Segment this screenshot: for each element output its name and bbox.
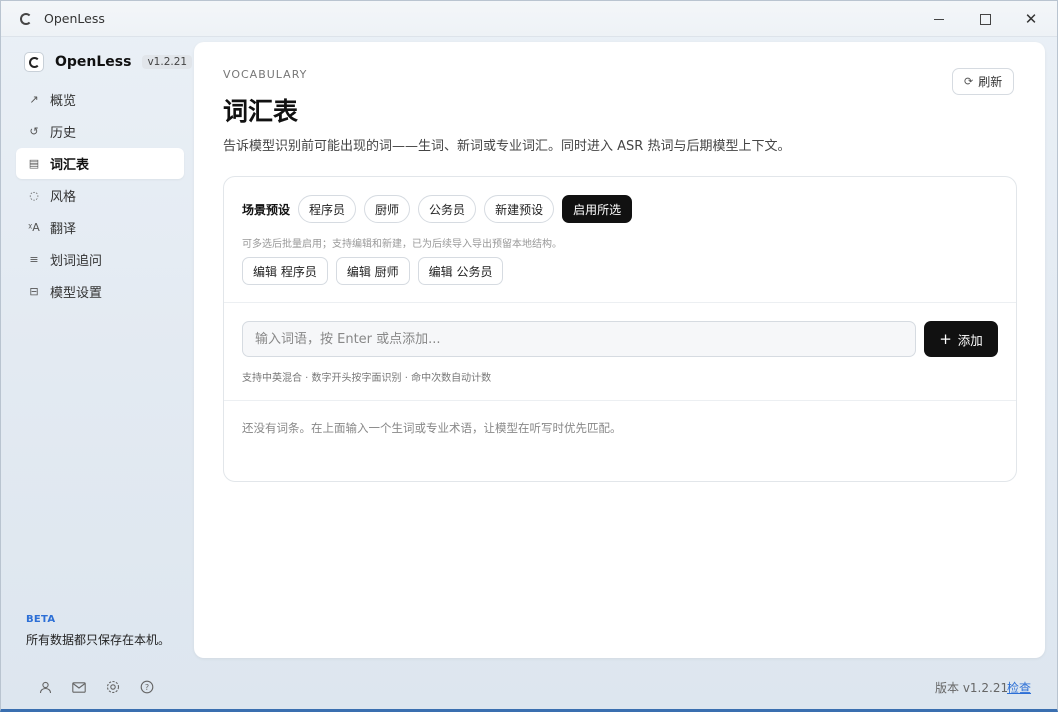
presets-label: 场景预设 [242, 202, 291, 217]
sidebar-item-label: 概览 [50, 94, 77, 109]
beta-label: BETA [26, 614, 56, 625]
add-word-button[interactable]: + 添加 [924, 321, 998, 357]
settings-icon[interactable] [104, 678, 122, 696]
page-description: 告诉模型识别前可能出现的词——生词、新词或专业词汇。同时进入 ASR 热词与后期… [223, 139, 791, 154]
preset-chip-civil-servant[interactable]: 公务员 [418, 195, 477, 223]
sidebar-item-history[interactable]: ↺ 历史 [16, 116, 184, 147]
sidebar-item-model-settings[interactable]: ⊟ 模型设置 [16, 276, 184, 307]
brand: OpenLess v1.2.21 [24, 52, 193, 72]
sidebar-item-overview[interactable]: ↗ 概览 [16, 84, 184, 115]
plus-icon: + [939, 330, 952, 348]
page-eyebrow: VOCABULARY [223, 68, 308, 81]
translate-icon: ᵡA [28, 221, 40, 234]
edit-preset-programmer-button[interactable]: 编辑 程序员 [242, 257, 328, 285]
preset-row: 场景预设 程序员 厨师 公务员 新建预设 启用所选 [242, 195, 633, 223]
selection-icon: ≡ [29, 253, 39, 266]
sidebar-item-label: 划词追问 [50, 254, 103, 269]
empty-state: 还没有词条。在上面输入一个生词或专业术语，让模型在听写时优先匹配。 [242, 421, 622, 435]
sidebar-item-selection-ask[interactable]: ≡ 划词追问 [16, 244, 184, 275]
preset-chip-chef[interactable]: 厨师 [364, 195, 411, 223]
refresh-button[interactable]: ⟳ 刷新 [952, 68, 1015, 95]
title-bar: OpenLess ✕ [1, 1, 1057, 37]
word-input[interactable] [242, 321, 916, 357]
sidebar: OpenLess v1.2.21 ↗ 概览 ↺ 历史 ▤ 词汇表 ◌ 风格 ᵡA [1, 38, 195, 668]
page-title: 词汇表 [223, 97, 299, 126]
window-title: OpenLess [44, 11, 105, 26]
enable-selected-button[interactable]: 启用所选 [562, 195, 633, 223]
version-badge: v1.2.21 [142, 55, 193, 69]
divider [224, 400, 1016, 401]
palette-icon: ◌ [29, 189, 39, 202]
divider [224, 302, 1016, 303]
sidebar-item-label: 词汇表 [50, 158, 90, 173]
preset-chip-programmer[interactable]: 程序员 [298, 195, 357, 223]
app-window: OpenLess ✕ OpenLess v1.2.21 ↗ 概览 ↺ 历史 ▤ … [0, 0, 1058, 712]
edit-preset-civil-servant-button[interactable]: 编辑 公务员 [417, 257, 504, 285]
refresh-label: 刷新 [978, 75, 1003, 89]
sidebar-footer-icons: ? [36, 678, 156, 696]
sidebar-nav: ↗ 概览 ↺ 历史 ▤ 词汇表 ◌ 风格 ᵡA 翻译 ≡ 划词追问 ⊟ 模型设置 [16, 84, 184, 308]
minimize-button[interactable] [927, 7, 951, 31]
local-storage-note: 所有数据都只保存在本机。 [26, 633, 171, 647]
model-icon: ⊟ [29, 285, 39, 298]
glossary-icon: ▤ [28, 157, 40, 170]
edit-preset-chef-button[interactable]: 编辑 厨师 [335, 257, 410, 285]
input-hint: 支持中英混合 · 数字开头按字面识别 · 命中次数自动计数 [242, 373, 492, 384]
add-label: 添加 [957, 332, 983, 348]
user-icon[interactable] [36, 678, 54, 696]
sidebar-item-style[interactable]: ◌ 风格 [16, 180, 184, 211]
sidebar-item-label: 翻译 [50, 222, 77, 237]
presets-hint: 可多选后批量启用；支持编辑和新建，已为后续导入导出预留本地结构。 [242, 239, 562, 250]
close-button[interactable]: ✕ [1019, 7, 1043, 31]
check-update-link[interactable]: 检查 [1007, 679, 1031, 696]
refresh-icon: ⟳ [964, 75, 974, 88]
sidebar-item-label: 模型设置 [50, 286, 103, 301]
sidebar-item-glossary[interactable]: ▤ 词汇表 [16, 148, 184, 179]
preset-edit-row: 编辑 程序员 编辑 厨师 编辑 公务员 [242, 257, 504, 285]
sidebar-item-translate[interactable]: ᵡA 翻译 [16, 212, 184, 243]
maximize-button[interactable] [973, 7, 997, 31]
svg-text:?: ? [145, 683, 149, 692]
new-preset-button[interactable]: 新建预设 [484, 195, 555, 223]
help-icon[interactable]: ? [138, 678, 156, 696]
vocabulary-card: 场景预设 程序员 厨师 公务员 新建预设 启用所选 可多选后批量启用；支持编辑和… [223, 176, 1017, 482]
history-icon: ↺ [29, 125, 39, 138]
trend-icon: ↗ [29, 93, 39, 106]
brand-name: OpenLess [55, 54, 132, 70]
main-panel: VOCABULARY 词汇表 告诉模型识别前可能出现的词——生词、新词或专业词汇… [194, 42, 1045, 658]
mail-icon[interactable] [70, 678, 88, 696]
version-text: 版本 v1.2.21 [935, 681, 1009, 695]
sidebar-item-label: 风格 [50, 190, 77, 205]
sidebar-item-label: 历史 [50, 126, 77, 141]
app-logo-icon [20, 13, 32, 25]
brand-logo-icon [24, 52, 44, 72]
